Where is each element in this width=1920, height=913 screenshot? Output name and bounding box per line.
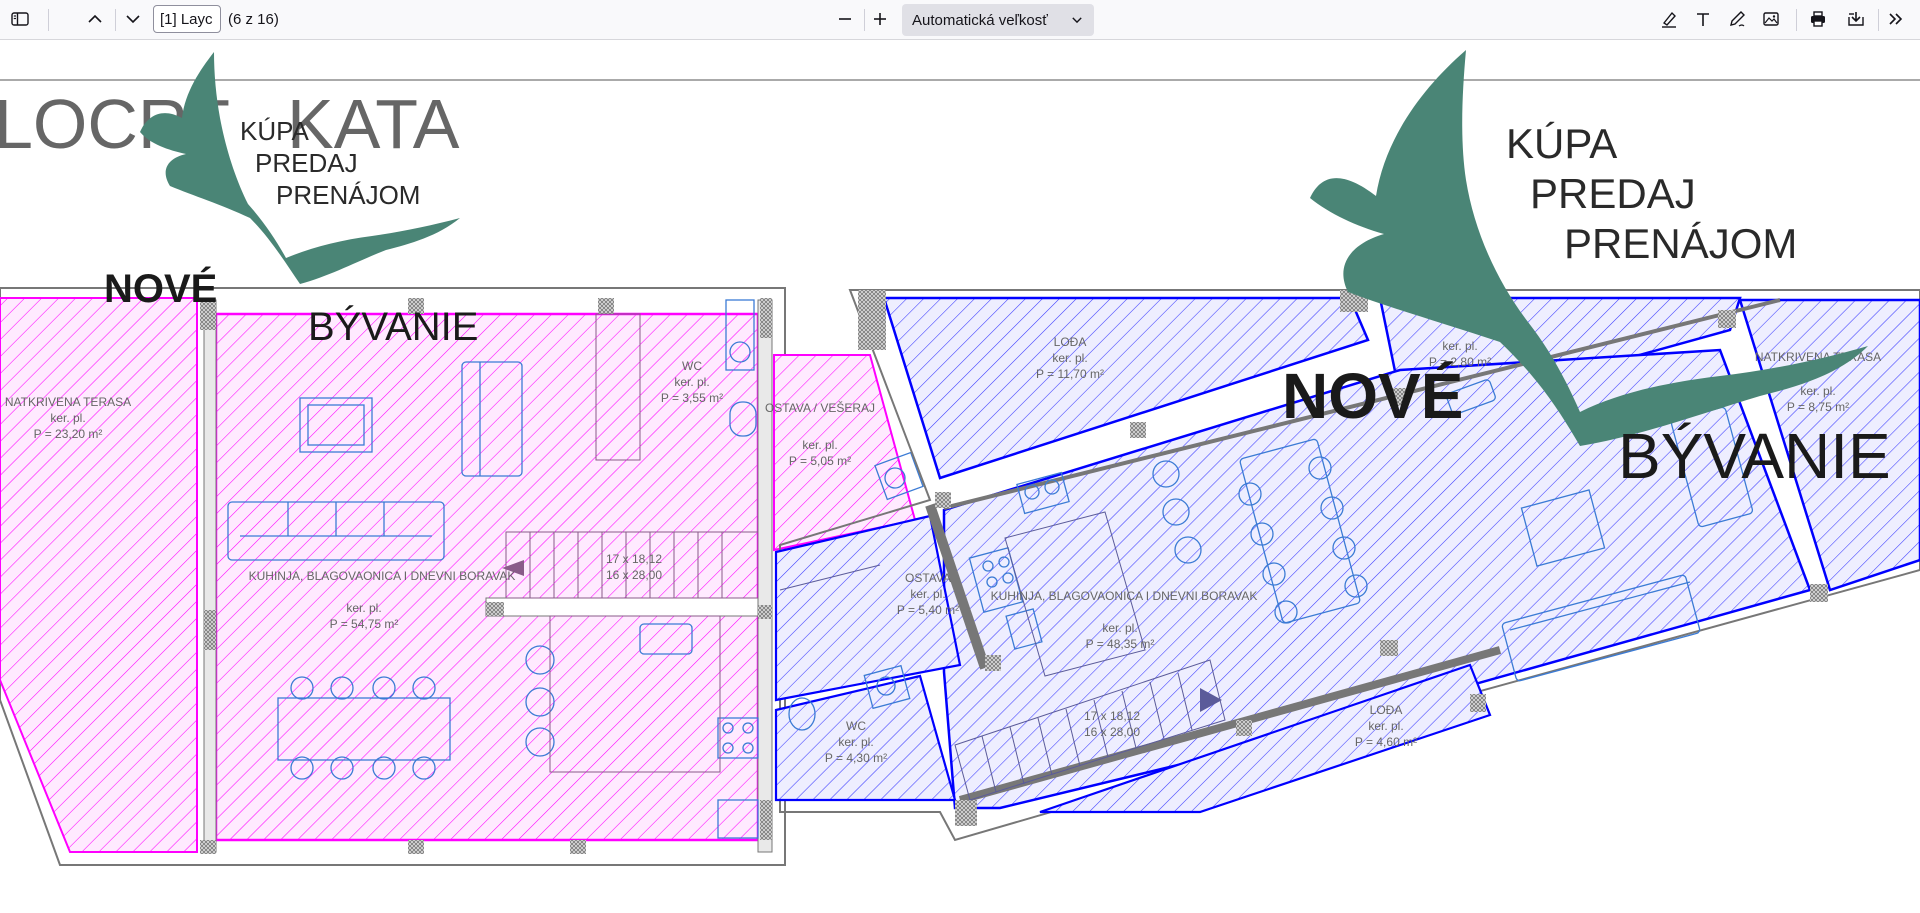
room-label: LOĐA bbox=[1054, 335, 1087, 349]
chevron-down-icon bbox=[126, 15, 140, 24]
sidebar-toggle-button[interactable] bbox=[5, 4, 35, 34]
room-label: WC bbox=[682, 359, 702, 373]
room-label: LOĐA bbox=[1370, 703, 1403, 717]
prev-page-button[interactable] bbox=[80, 4, 110, 34]
room-sub: ker. pl. bbox=[1800, 384, 1835, 398]
chevron-up-icon bbox=[88, 14, 102, 23]
watermark-logo-right: KÚPA PREDAJ PRENÁJOM NOVÉ BÝVANIE bbox=[1282, 50, 1891, 492]
watermark-line1: KÚPA bbox=[240, 116, 310, 146]
watermark-brand2: BÝVANIE bbox=[308, 304, 478, 349]
room-label: KUHINJA, BLAGOVAONICA I DNEVNI BORAVAK bbox=[249, 569, 516, 583]
room-sub: ker. pl. bbox=[1102, 621, 1137, 635]
document-title: LOCRT KATA bbox=[0, 85, 460, 163]
sidebar-icon bbox=[11, 12, 29, 26]
room-area: P = 54,75 m² bbox=[330, 617, 399, 631]
stairs-label: 16 x 28,00 bbox=[1084, 725, 1140, 739]
room-area: P = 8,75 m² bbox=[1787, 400, 1849, 414]
text-tool-button[interactable] bbox=[1688, 4, 1718, 34]
room-label: KUHINJA, BLAGOVAONICA I DNEVNI BORAVAK bbox=[991, 589, 1258, 603]
stairs-label: 17 x 18,12 bbox=[1084, 709, 1140, 723]
image-tool-button[interactable] bbox=[1756, 4, 1786, 34]
zoom-in-button[interactable] bbox=[865, 4, 895, 34]
plus-icon bbox=[874, 13, 886, 25]
toolbar-divider bbox=[115, 9, 116, 31]
chevron-down-icon bbox=[1072, 17, 1082, 24]
room-area: P = 11,70 m² bbox=[1036, 367, 1104, 381]
pdf-viewer[interactable]: NATKRIVENA TERASA ker. pl. P = 23,20 m² … bbox=[0, 40, 1920, 913]
zoom-select[interactable]: Automatická veľkosť bbox=[902, 4, 1094, 36]
save-button[interactable] bbox=[1841, 4, 1871, 34]
watermark-brand2: BÝVANIE bbox=[1618, 420, 1891, 492]
toolbar-divider bbox=[1878, 9, 1879, 31]
print-button[interactable] bbox=[1803, 4, 1833, 34]
room-sub: ker. pl. bbox=[910, 587, 945, 601]
room-label: OSTAVA / VEŠERAJ bbox=[765, 400, 875, 415]
room-area: P = 4,60 m² bbox=[1355, 735, 1417, 749]
room-sub: ker. pl. bbox=[1052, 351, 1087, 365]
room-sub: ker. pl. bbox=[674, 375, 709, 389]
next-page-button[interactable] bbox=[118, 4, 148, 34]
draw-icon bbox=[1730, 11, 1745, 27]
toolbar-divider bbox=[1796, 9, 1797, 31]
save-icon bbox=[1848, 12, 1864, 26]
watermark-line2: PREDAJ bbox=[1530, 170, 1696, 217]
minus-icon bbox=[839, 18, 851, 20]
print-icon bbox=[1811, 11, 1825, 27]
zoom-select-value: Automatická veľkosť bbox=[912, 11, 1048, 29]
room-label: OSTAVA bbox=[905, 571, 951, 585]
room-label: NATKRIVENA TERASA bbox=[5, 395, 131, 409]
room-area: P = 3,55 m² bbox=[661, 391, 723, 405]
room-sub: ker. pl. bbox=[1368, 719, 1403, 733]
more-tools-icon bbox=[1889, 13, 1903, 25]
zoom-out-button[interactable] bbox=[830, 4, 860, 34]
watermark-brand1: NOVÉ bbox=[1282, 360, 1463, 432]
room-label: WC bbox=[846, 719, 866, 733]
room-sub: ker. pl. bbox=[346, 601, 381, 615]
draw-tool-button[interactable] bbox=[1722, 4, 1752, 34]
watermark-line2: PREDAJ bbox=[255, 148, 358, 178]
page-number-input[interactable] bbox=[153, 5, 221, 33]
room-sub: ker. pl. bbox=[802, 438, 837, 452]
watermark-line3: PRENÁJOM bbox=[276, 180, 420, 210]
room-sub: ker. pl. bbox=[838, 735, 873, 749]
watermark-line1: KÚPA bbox=[1506, 120, 1617, 167]
image-icon bbox=[1763, 12, 1779, 26]
more-tools-button[interactable] bbox=[1881, 4, 1911, 34]
room-area: P = 4,30 m² bbox=[825, 751, 887, 765]
highlight-icon bbox=[1662, 11, 1676, 28]
floor-plan-page: NATKRIVENA TERASA ker. pl. P = 23,20 m² … bbox=[0, 50, 1920, 866]
watermark-line3: PRENÁJOM bbox=[1564, 220, 1797, 267]
watermark-brand1: NOVÉ bbox=[104, 266, 217, 311]
toolbar-divider bbox=[48, 9, 49, 31]
stairs-label: 17 x 18,12 bbox=[606, 552, 662, 566]
pdf-toolbar: (6 z 16) Automatická veľkosť bbox=[0, 0, 1920, 40]
highlight-button[interactable] bbox=[1654, 4, 1684, 34]
stairs-label: 16 x 28,00 bbox=[606, 568, 662, 582]
text-icon bbox=[1697, 13, 1709, 26]
room-area: P = 23,20 m² bbox=[34, 427, 103, 441]
room-sub: ker. pl. bbox=[50, 411, 85, 425]
room-sub: ker. pl. bbox=[1442, 339, 1477, 353]
room-area: P = 5,05 m² bbox=[789, 454, 851, 468]
room-area: P = 48,35 m² bbox=[1086, 637, 1155, 651]
room-area: P = 5,40 m² bbox=[897, 603, 959, 617]
page-count-label: (6 z 16) bbox=[228, 11, 279, 28]
